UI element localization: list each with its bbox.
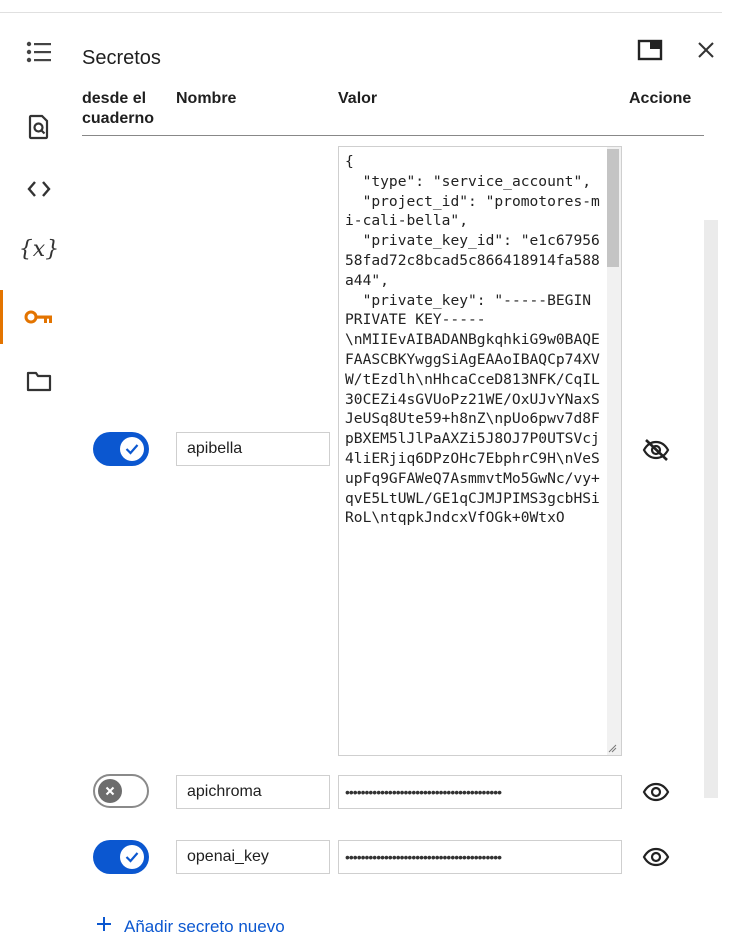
add-icon	[96, 916, 112, 937]
add-secret-button[interactable]: Añadir secreto nuevo	[96, 916, 285, 937]
add-secret-label: Añadir secreto nuevo	[124, 916, 285, 936]
folder-icon[interactable]	[22, 364, 56, 398]
variables-icon[interactable]: {𝑥}	[19, 232, 59, 266]
notebook-access-toggle[interactable]	[93, 432, 149, 466]
secret-name-input[interactable]: apichroma	[176, 775, 330, 809]
toc-icon[interactable]	[22, 35, 56, 69]
secret-value-text: { "type": "service_account", "project_id…	[345, 153, 600, 527]
notebook-access-toggle[interactable]	[93, 840, 149, 874]
close-icon[interactable]	[692, 36, 720, 64]
visibility-off-icon[interactable]	[642, 436, 670, 464]
secret-value-input[interactable]: ••••••••••••••••••••••••••••••••••••••••	[338, 775, 622, 809]
panel-title: Secretos	[82, 47, 161, 69]
check-icon	[120, 845, 144, 869]
resize-handle-icon[interactable]	[607, 743, 617, 753]
secret-name-input[interactable]: apibella	[176, 432, 330, 466]
find-in-page-icon[interactable]	[22, 110, 56, 144]
textarea-scrollbar[interactable]	[607, 147, 621, 755]
left-rail: {𝑥}	[0, 0, 70, 932]
header-divider	[82, 135, 704, 136]
notebook-access-toggle[interactable]	[93, 774, 149, 808]
column-notebook-access: desde el cuaderno	[82, 90, 155, 127]
active-indicator	[0, 290, 3, 344]
column-name: Nombre	[176, 90, 237, 107]
close-small-icon	[98, 779, 122, 803]
key-icon[interactable]	[22, 300, 56, 334]
code-icon[interactable]	[22, 172, 56, 206]
secret-value-input[interactable]: ••••••••••••••••••••••••••••••••••••••••	[338, 840, 622, 874]
top-divider	[0, 12, 722, 13]
visibility-icon[interactable]	[642, 778, 670, 806]
panel-scrollbar[interactable]	[704, 220, 718, 798]
column-value: Valor	[338, 90, 378, 107]
secret-name-input[interactable]: openai_key	[176, 840, 330, 874]
visibility-icon[interactable]	[642, 843, 670, 871]
check-icon	[120, 437, 144, 461]
open-in-tab-icon[interactable]	[636, 36, 664, 64]
secret-value-textarea[interactable]: { "type": "service_account", "project_id…	[338, 146, 622, 756]
column-actions: Accione	[629, 90, 692, 107]
textarea-scroll-thumb[interactable]	[607, 149, 619, 267]
